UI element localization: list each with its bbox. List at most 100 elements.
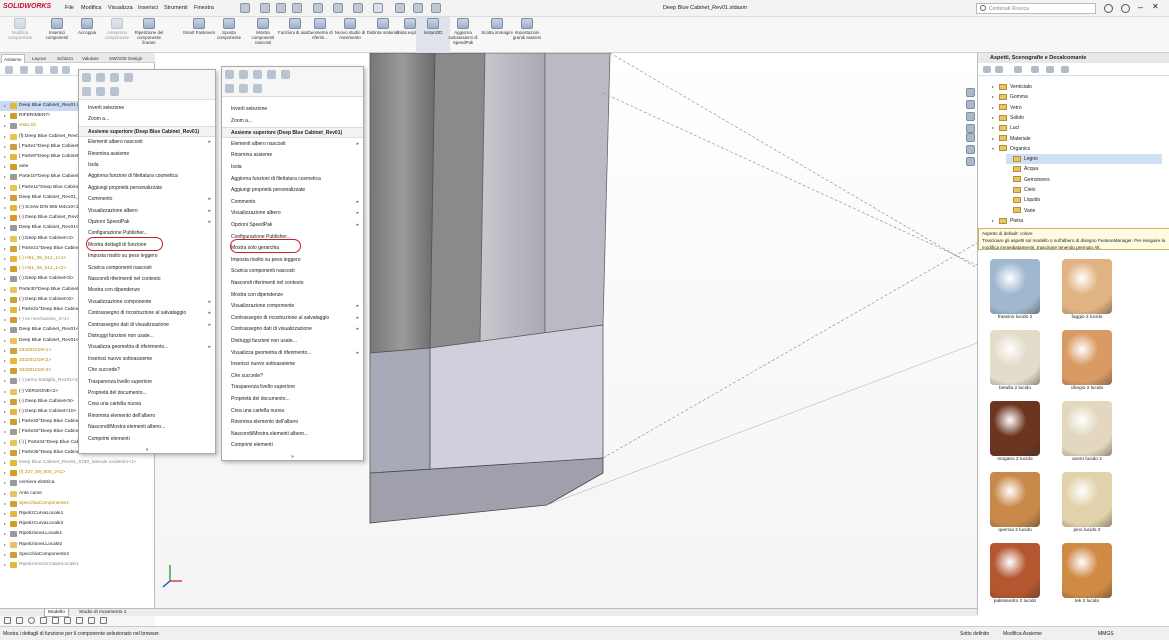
- menu-item-imposta-risolto-su-peso-legger[interactable]: Imposta risolto su peso leggero: [79, 251, 215, 262]
- expand-arrow-icon[interactable]: ▸: [4, 458, 6, 468]
- expand-arrow-icon[interactable]: ▸: [4, 550, 6, 560]
- select-icon[interactable]: [373, 3, 383, 13]
- menu-item-mostra-con-dipendenze[interactable]: Mostra con dipendenze: [222, 290, 363, 301]
- properties-icon[interactable]: [1061, 66, 1069, 73]
- menu-item-nascondi-mostra-elementi-alber[interactable]: Nascondi/Mostra elementi albero...: [222, 429, 363, 440]
- tree-item[interactable]: ▸ RipetizioneCircolareLocale1: [0, 560, 155, 570]
- menu-item-rinomina-elemento-dell-albero[interactable]: Rinomina elemento dell'albero: [79, 411, 215, 422]
- tree-item[interactable]: ▸ Deep Blue Cabinet_Rev01_6780_laterale s…: [0, 458, 155, 468]
- property-manager-icon[interactable]: [20, 66, 28, 74]
- appearance-folder-liquido[interactable]: Liquido: [1006, 195, 1162, 205]
- new-document-icon[interactable]: [260, 3, 270, 13]
- appearance-swatch[interactable]: acero lucido 2: [1057, 399, 1117, 467]
- display-style-icon[interactable]: [966, 100, 975, 109]
- menu-item-che-succede[interactable]: Che succede?: [222, 371, 363, 382]
- menu-item-opzioni-speedpak[interactable]: Opzioni SpeedPak ▸: [222, 220, 363, 231]
- menu-item-visualizza-geometria-di-riferi[interactable]: Visualizza geometria di riferimento... ▸: [222, 348, 363, 359]
- offset-icon[interactable]: [52, 617, 59, 624]
- menu-item-scarica-componenti-nascosti[interactable]: Scarica componenti nascosti: [222, 266, 363, 277]
- minimize-icon[interactable]: –: [1138, 2, 1143, 12]
- appearance-folder-vetro[interactable]: ▸ Vetro: [992, 103, 1162, 113]
- tree-item[interactable]: ▸ RipetizioneLLocale1: [0, 529, 155, 539]
- expand-arrow-icon[interactable]: ▸: [4, 397, 6, 407]
- tree-item[interactable]: ▸ RipetizCurvaLocale2: [0, 519, 155, 529]
- menu-item-imposta-risolto-su-peso-legger[interactable]: Imposta risolto su peso leggero: [222, 255, 363, 266]
- appearance-folder-cielo[interactable]: Cielo: [1006, 185, 1162, 195]
- menu-file[interactable]: File: [65, 5, 74, 11]
- tab-modello[interactable]: Modello: [44, 609, 69, 617]
- appearance-folder-verniciato[interactable]: ▸ Verniciato: [992, 82, 1162, 92]
- menu-item-nascondi-riferimenti-nel-conte[interactable]: Nascondi riferimenti nel contesto: [222, 278, 363, 289]
- menu-item-crea-una-cartella-nuova[interactable]: Crea una cartella nuova: [222, 406, 363, 417]
- menu-item-propriet-del-documento[interactable]: Proprietà del documento...: [79, 388, 215, 399]
- ribbon-button-inserisci-componenti[interactable]: Inserisci componenti: [40, 17, 74, 53]
- trim-icon[interactable]: [40, 617, 47, 624]
- search-icon[interactable]: [225, 84, 234, 93]
- expand-arrow-icon[interactable]: ▸: [4, 213, 6, 223]
- tree-item[interactable]: ▸ RipetizCurvaLocale1: [0, 509, 155, 519]
- menu-item-nascondi-riferimenti-nel-conte[interactable]: Nascondi riferimenti nel contesto: [79, 274, 215, 285]
- appearance-swatch[interactable]: tek 2 lucido: [1057, 541, 1117, 609]
- expand-arrow-icon[interactable]: ▸: [4, 519, 6, 529]
- expand-arrow-icon[interactable]: ▸: [4, 101, 6, 111]
- expand-arrow-icon[interactable]: ▸: [4, 346, 6, 356]
- open-icon[interactable]: [276, 3, 286, 13]
- menu-item-zoom-a[interactable]: Zoom a...: [222, 116, 363, 127]
- menu-item-mostra-con-dipendenze[interactable]: Mostra con dipendenze: [79, 285, 215, 296]
- expand-arrow-icon[interactable]: ▸: [992, 92, 999, 102]
- menu-item-contrassegno-dati-di-visualizz[interactable]: Contrassegno dati di visualizzazione ▸: [222, 324, 363, 335]
- line-icon[interactable]: [4, 617, 11, 624]
- tab-layout[interactable]: Layout: [30, 54, 48, 63]
- expand-arrow-icon[interactable]: ▸: [4, 336, 6, 346]
- menu-item-visualizzazione-componente[interactable]: Visualizzazione componente ▸: [79, 297, 215, 308]
- appearance-swatch[interactable]: betulla 2 lucido: [985, 328, 1045, 396]
- rebuild-icon[interactable]: [395, 3, 405, 13]
- menu-finestra[interactable]: Finestra: [194, 5, 214, 11]
- tree-item[interactable]: ▸ Ante curve: [0, 489, 155, 499]
- menu-visualizza[interactable]: Visualizza: [108, 5, 133, 11]
- menu-item-distruggi-funzioni-non-usate[interactable]: Distruggi funzioni non usate...: [222, 336, 363, 347]
- menu-item-trasparenza-livello-superiore[interactable]: Trasparenza livello superiore: [222, 382, 363, 393]
- menu-item-inverti-selezione[interactable]: Inverti selezione: [79, 103, 215, 114]
- appearance-icon[interactable]: [267, 70, 276, 79]
- expand-arrow-icon[interactable]: ▸: [4, 387, 6, 397]
- ribbon-button-ripetizione-del-componente-lin[interactable]: Ripetizione del componente lineare: [132, 17, 166, 53]
- undo-icon[interactable]: [333, 3, 343, 13]
- expand-arrow-icon[interactable]: ▸: [4, 162, 6, 172]
- file-properties-icon[interactable]: [413, 3, 423, 13]
- custom-properties-icon[interactable]: [966, 145, 975, 154]
- expand-arrow-icon[interactable]: ▸: [4, 529, 6, 539]
- tree-item[interactable]: ▸ SpecchiaComponente3: [0, 550, 155, 560]
- feature-tree-icon[interactable]: [5, 66, 13, 74]
- expand-arrow-icon[interactable]: ▸: [4, 295, 6, 305]
- menu-item-commento[interactable]: Commento ▸: [222, 197, 363, 208]
- save-icon[interactable]: [292, 3, 302, 13]
- menu-item-opzioni-speedpak[interactable]: Opzioni SpeedPak ▸: [79, 217, 215, 228]
- ribbon-button-nuovo-studio-di-movimento[interactable]: Nuovo studio di movimento: [333, 17, 367, 53]
- menu-item-comprimi-elementi[interactable]: Comprimi elementi: [79, 434, 215, 445]
- menu-item-contrassegno-di-ricostruzione-[interactable]: Contrassegno di ricostruzione al salvata…: [79, 308, 215, 319]
- expand-arrow-icon[interactable]: ▸: [4, 121, 6, 131]
- ribbon-button-impostazioni-grandi-assiemi[interactable]: Impostazioni grandi assiemi: [510, 17, 544, 53]
- mate-icon[interactable]: [253, 84, 262, 93]
- menu-item-[interactable]: »: [222, 452, 363, 463]
- configuration-icon[interactable]: [35, 66, 43, 74]
- expand-arrow-icon[interactable]: ▸: [992, 103, 999, 113]
- status-units[interactable]: MMGS: [1098, 627, 1114, 640]
- component-icon[interactable]: [96, 87, 105, 96]
- show-icon[interactable]: [110, 73, 119, 82]
- ribbon-button-smart-fasteners[interactable]: Smart Fasteners: [182, 17, 216, 53]
- appearance-folder-gemstones[interactable]: Gemstones: [1006, 175, 1162, 185]
- appearance-folder-materiale[interactable]: ▸ Materiale: [992, 134, 1162, 144]
- menu-item-propriet-del-documento[interactable]: Proprietà del documento...: [222, 394, 363, 405]
- appearance-folder-solido[interactable]: ▸ Solido: [992, 113, 1162, 123]
- dimxpert-icon[interactable]: [50, 66, 58, 74]
- appearances-icon[interactable]: [966, 133, 975, 142]
- tree-item[interactable]: ▸ SpecchiaComponente1: [0, 499, 155, 509]
- menu-item-elementi-albero-nascosti[interactable]: Elementi albero nascosti ▸: [79, 137, 215, 148]
- tree-item[interactable]: ▸ RipetizioneLLocale2: [0, 540, 155, 550]
- menu-item-inserisci-nuovo-sottoassieme[interactable]: Inserisci nuovo sottoassieme: [79, 354, 215, 365]
- display-manager-icon[interactable]: [62, 66, 70, 74]
- menu-item-contrassegno-dati-di-visualizz[interactable]: Contrassegno dati di visualizzazione ▸: [79, 320, 215, 331]
- menu-item-visualizzazione-albero[interactable]: Visualizzazione albero ▸: [222, 208, 363, 219]
